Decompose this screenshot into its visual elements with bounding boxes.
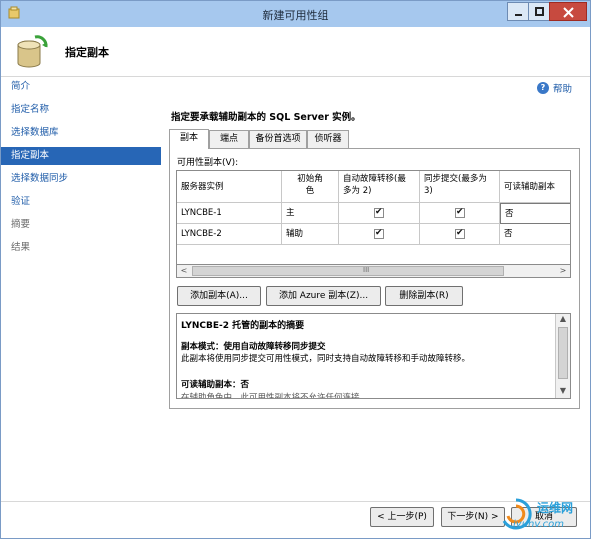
column-header-role[interactable]: 初始角 色 [282, 171, 339, 203]
column-header-sync-commit-line2: 3) [424, 186, 433, 196]
nav-item-name[interactable]: 指定名称 [1, 101, 161, 119]
replica-summary: LYNCBE-2 托管的副本的摘要 副本模式：使用自动故障转移同步提交 此副本将… [176, 313, 571, 399]
row2-readable-select[interactable]: 否 [500, 224, 570, 245]
column-header-auto-failover[interactable]: 自动故障转移(最 多为 2) [339, 171, 420, 203]
watermark-text-line1: 运维网 [537, 501, 574, 515]
close-icon [563, 7, 574, 18]
scroll-left-icon[interactable]: < [177, 265, 191, 277]
database-icon [17, 35, 48, 68]
summary-readable-desc: 在辅助角色中，此可用性副本将不允许任何连接。 [181, 393, 369, 399]
tab-backup-preferences[interactable]: 备份首选项 [249, 130, 307, 148]
title-bar[interactable]: 新建可用性组 [1, 1, 590, 27]
summary-readable-label: 可读辅助副本：否 [181, 380, 250, 390]
summary-title: LYNCBE-2 托管的副本的摘要 [181, 321, 305, 331]
add-replica-button[interactable]: 添加副本(A)... [177, 286, 261, 306]
grid-label: 可用性副本(V): [177, 158, 239, 168]
row1-sync-commit-cell [420, 203, 500, 224]
row1-auto-failover-checkbox[interactable] [374, 206, 384, 218]
column-header-sync-commit-line1: 同步提交(最多为 [424, 174, 487, 184]
summary-scroll-thumb[interactable] [558, 327, 568, 379]
row1-server[interactable]: LYNCBE-1 [177, 203, 282, 224]
summary-vertical-scrollbar[interactable]: ▲ ▼ [555, 314, 570, 398]
row2-sync-commit-cell [420, 224, 500, 245]
nav-item-results: 结果 [11, 242, 31, 253]
remove-replica-button[interactable]: 删除副本(R) [385, 286, 463, 306]
row2-server[interactable]: LYNCBE-2 [177, 224, 282, 245]
minimize-icon [515, 14, 522, 16]
column-header-role-line2: 色 [305, 186, 315, 196]
scroll-up-icon[interactable]: ▲ [556, 314, 570, 326]
nav-item-validation[interactable]: 验证 [1, 193, 161, 211]
column-header-role-line1: 初始角 [297, 174, 323, 184]
scroll-right-icon[interactable]: > [556, 265, 570, 277]
column-header-auto-failover-line1: 自动故障转移(最 [343, 174, 406, 184]
row1-auto-failover-cell [339, 203, 420, 224]
scroll-thumb[interactable]: III [192, 266, 504, 276]
column-header-sync-commit[interactable]: 同步提交(最多为 3) [420, 171, 500, 203]
row2-auto-failover-checkbox[interactable] [374, 227, 384, 239]
summary-mode-label: 副本模式：使用自动故障转移同步提交 [181, 342, 326, 352]
row2-auto-failover-cell [339, 224, 420, 245]
tab-listener[interactable]: 侦听器 [307, 130, 349, 148]
column-header-server[interactable]: 服务器实例 [177, 171, 282, 203]
tab-replicas[interactable]: 副本 [169, 129, 209, 149]
nav-item-databases[interactable]: 选择数据库 [1, 124, 161, 142]
column-header-auto-failover-line2: 多为 2) [343, 186, 372, 196]
tab-endpoints[interactable]: 端点 [209, 130, 249, 148]
wizard-window: 新建可用性组 指定副本 简介 指定名称 选择数据库 指定副本 选择数据同步 验证 [0, 0, 591, 539]
add-azure-replica-button[interactable]: 添加 Azure 副本(Z)... [266, 286, 381, 306]
replica-grid[interactable]: 服务器实例 初始角 色 自动故障转移(最 多为 2) 同步提交(最多为 3) 可… [176, 170, 571, 278]
page-header: 指定副本 [1, 27, 590, 77]
close-button[interactable] [549, 2, 587, 21]
column-header-readable-text: 可读辅助副本 [504, 182, 556, 192]
nav-item-replicas[interactable]: 指定副本 [1, 147, 161, 165]
help-icon: ? [537, 82, 549, 94]
row1-readable-select[interactable]: 否 [500, 203, 570, 224]
nav-item-data-sync[interactable]: 选择数据同步 [1, 170, 161, 188]
maximize-icon [535, 7, 544, 16]
summary-mode-desc: 此副本将使用同步提交可用性模式，同时支持自动故障转移和手动故障转移。 [181, 354, 471, 364]
page-title: 指定副本 [65, 46, 109, 59]
scroll-grip-icon: III [363, 266, 370, 274]
maximize-button[interactable] [528, 2, 550, 21]
previous-button[interactable]: < 上一步(P) [370, 507, 434, 527]
nav-item-summary: 摘要 [11, 219, 31, 230]
row2-sync-commit-checkbox[interactable] [455, 227, 465, 239]
watermark-text-line2: iyunv.com [513, 519, 565, 530]
row1-role[interactable]: 主 [282, 203, 339, 224]
row2-role[interactable]: 辅助 [282, 224, 339, 245]
grid-horizontal-scrollbar[interactable]: < III > [176, 264, 571, 278]
watermark: 运维网 iyunv.com [497, 495, 589, 537]
nav-item-intro[interactable]: 简介 [1, 78, 161, 96]
next-button[interactable]: 下一步(N) > [441, 507, 505, 527]
help-label: 帮助 [553, 84, 573, 95]
row1-sync-commit-checkbox[interactable] [455, 206, 465, 218]
column-header-readable[interactable]: 可读辅助副本 [500, 171, 570, 203]
scroll-down-icon[interactable]: ▼ [556, 386, 570, 398]
instruction-text: 指定要承载辅助副本的 SQL Server 实例。 [171, 112, 361, 123]
column-header-server-text: 服务器实例 [181, 182, 224, 192]
minimize-button[interactable] [507, 2, 529, 21]
window-title: 新建可用性组 [262, 9, 329, 22]
